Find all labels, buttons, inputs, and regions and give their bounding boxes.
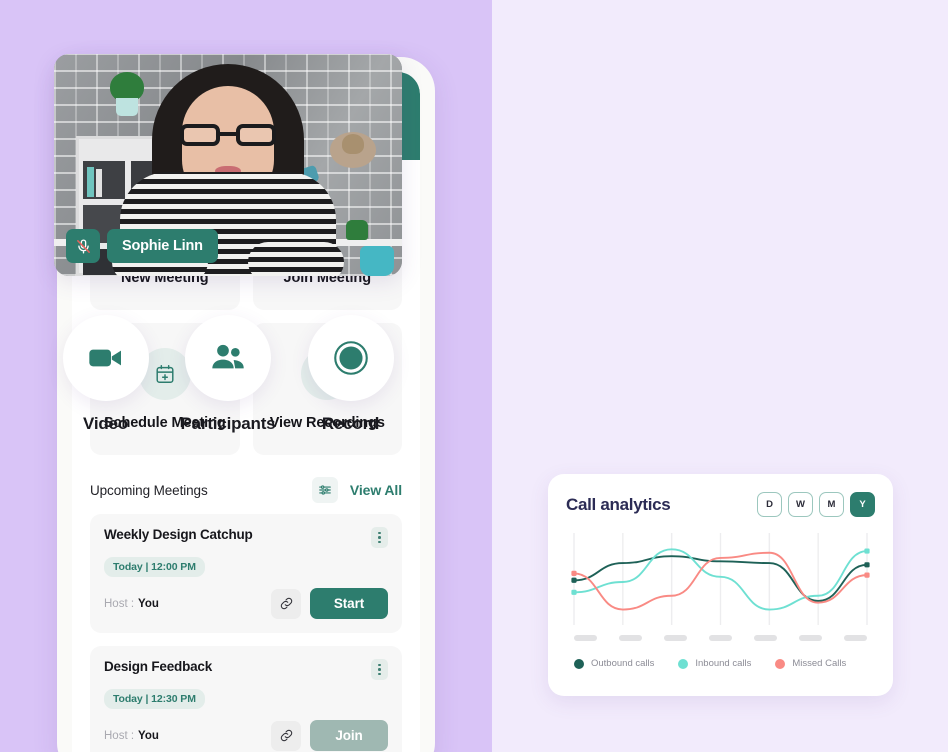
plant-pot [116, 98, 138, 116]
meeting-card[interactable]: Design Feedback Today | 12:30 PM Host :Y… [90, 646, 402, 752]
range-button-w[interactable]: W [788, 492, 813, 517]
meeting-title: Design Feedback [104, 659, 213, 674]
meeting-controls: Video Participants Record [54, 315, 402, 434]
legend-item-outbound: Outbound calls [574, 658, 654, 669]
meeting-time-badge: Today | 12:00 PM [104, 557, 205, 577]
meeting-card-actions: Start [271, 588, 388, 619]
people-group-icon [185, 315, 271, 401]
video-camera-icon [62, 315, 149, 401]
meeting-host-value: You [138, 597, 159, 610]
view-all-link[interactable]: View All [350, 482, 402, 498]
call-analytics-card: Call analytics D W M Y Outbound calls In… [548, 474, 893, 696]
analytics-chart [566, 533, 875, 631]
upcoming-meetings-header: Upcoming Meetings View All [72, 455, 420, 514]
chart-endpoint-marker [864, 548, 870, 554]
legend-label: Missed Calls [792, 658, 847, 669]
legend-label: Inbound calls [695, 658, 752, 669]
x-tick-stub [844, 635, 867, 641]
control-label-record: Record [321, 414, 380, 433]
analytics-range-selector: D W M Y [757, 492, 875, 517]
meeting-card-actions: Join [271, 720, 388, 751]
section-title: Upcoming Meetings [90, 482, 208, 498]
chart-endpoint-marker [571, 577, 577, 583]
record-circle-icon [307, 315, 394, 401]
filter-sliders-icon[interactable] [311, 477, 338, 503]
meeting-host-label: Host : [104, 729, 135, 742]
meeting-host: Host : You [104, 730, 159, 742]
video-overlay-bar: Sophie Linn [66, 229, 218, 263]
meeting-title-row: Weekly Design Catchup [104, 527, 388, 548]
legend-item-missed: Missed Calls [775, 658, 846, 669]
control-video[interactable]: Video [54, 315, 157, 434]
x-tick-stub [709, 635, 732, 641]
legend-color-dot [775, 658, 786, 669]
chart-endpoint-marker [571, 570, 577, 576]
analytics-title: Call analytics [566, 494, 671, 514]
chart-x-axis-stubs [566, 635, 875, 641]
start-meeting-button[interactable]: Start [310, 588, 388, 619]
control-label-video: Video [83, 414, 128, 433]
chart-endpoint-marker [571, 589, 577, 595]
control-participants[interactable]: Participants [177, 315, 280, 434]
mug [360, 246, 394, 276]
legend-color-dot [678, 658, 689, 669]
meeting-card-footer: Host : You Start [104, 588, 388, 619]
meeting-title: Weekly Design Catchup [104, 527, 253, 542]
small-plant [346, 220, 368, 240]
meeting-card-footer: Host : You Join [104, 720, 388, 751]
chart-endpoint-marker [864, 562, 870, 568]
x-tick-stub [574, 635, 597, 641]
x-tick-stub [664, 635, 687, 641]
meeting-host-label: Host : [104, 597, 135, 610]
participant-name-chip: Sophie Linn [107, 229, 218, 263]
hat-decor [330, 132, 376, 168]
range-button-y[interactable]: Y [850, 492, 875, 517]
legend-color-dot [574, 658, 584, 669]
more-vertical-icon[interactable] [371, 659, 388, 680]
x-tick-stub [754, 635, 777, 641]
person-arm-right [248, 242, 344, 276]
eyeglasses [180, 124, 276, 146]
chart-endpoint-marker [864, 572, 870, 578]
chart-legend: Outbound calls Inbound calls Missed Call… [566, 658, 875, 669]
join-meeting-button[interactable]: Join [310, 720, 388, 751]
meeting-list: Weekly Design Catchup Today | 12:00 PM H… [72, 514, 420, 752]
legend-label: Outbound calls [591, 658, 655, 669]
control-label-participants: Participants [180, 414, 276, 433]
link-chain-icon[interactable] [271, 588, 301, 619]
meeting-card[interactable]: Weekly Design Catchup Today | 12:00 PM H… [90, 514, 402, 633]
meeting-title-row: Design Feedback [104, 659, 388, 680]
meeting-host-value: You [138, 729, 159, 742]
control-record[interactable]: Record [299, 315, 402, 434]
x-tick-stub [799, 635, 822, 641]
section-header-actions: View All [311, 477, 402, 503]
more-vertical-icon[interactable] [371, 527, 388, 548]
range-button-m[interactable]: M [819, 492, 844, 517]
meeting-time-badge: Today | 12:30 PM [104, 689, 205, 709]
legend-item-inbound: Inbound calls [678, 658, 751, 669]
meeting-host: Host : You [104, 598, 159, 610]
microphone-muted-icon[interactable] [66, 229, 100, 263]
x-tick-stub [619, 635, 642, 641]
analytics-header: Call analytics D W M Y [566, 492, 875, 517]
link-chain-icon[interactable] [271, 720, 301, 751]
chart-svg [571, 533, 870, 625]
video-tile[interactable]: Sophie Linn [54, 54, 402, 276]
range-button-d[interactable]: D [757, 492, 782, 517]
